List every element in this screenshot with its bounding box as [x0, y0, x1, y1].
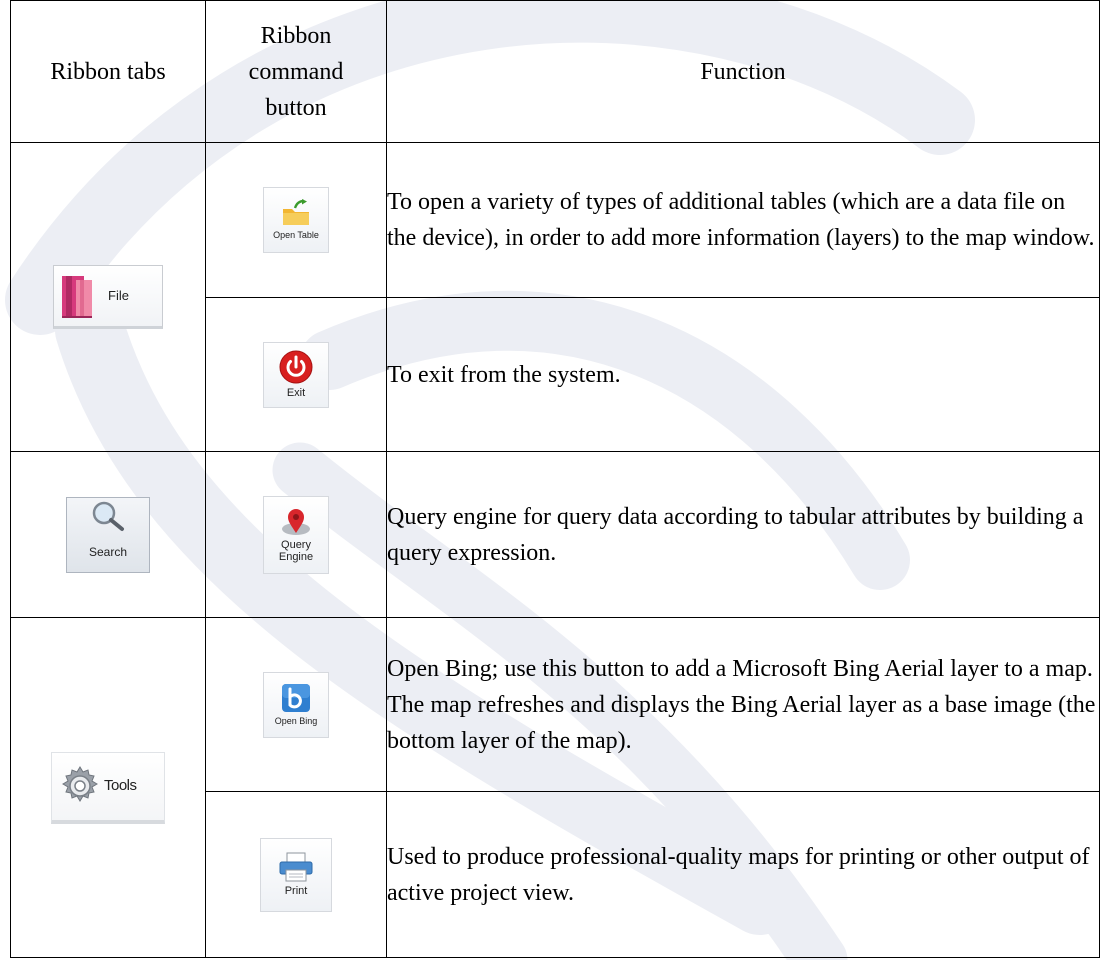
magnifier-icon: [92, 501, 124, 531]
open-bing-label: Open Bing: [274, 715, 318, 726]
button-cell-exit: Exit: [205, 297, 387, 452]
file-tab[interactable]: File: [53, 265, 163, 329]
gear-icon: [62, 766, 98, 802]
table-row-open-bing: Tools Open Bing Open Bing; use this butt…: [10, 617, 1100, 958]
bing-icon: [282, 683, 310, 712]
open-bing-button[interactable]: Open Bing: [263, 671, 329, 738]
print-label: Print: [284, 885, 308, 897]
function-open-table: To open a variety of types of additional…: [386, 142, 1100, 298]
button-cell-print: Print: [205, 791, 387, 958]
tab-cell-tools: Tools: [10, 617, 206, 958]
function-exit: To exit from the system.: [386, 297, 1100, 452]
function-print: Used to produce professional-quality map…: [386, 791, 1100, 958]
printer-icon: [279, 852, 313, 882]
open-table-button[interactable]: Open Table: [263, 187, 329, 253]
map-pin-icon: [282, 508, 310, 535]
table-row-open-table: File Open Table To open a variety of typ…: [10, 142, 1100, 452]
table-row-query-engine: Search Query Engine Query engine for que…: [10, 451, 1100, 618]
folder-icon: [283, 199, 309, 225]
power-icon: [279, 350, 313, 384]
header-button-line-2: command: [248, 58, 344, 85]
tools-tab-label: Tools: [104, 777, 137, 794]
search-tab-label: Search: [88, 544, 128, 559]
header-function: Function: [386, 0, 1100, 143]
header-row: Ribbon tabs Ribbon command button Functi…: [10, 0, 1100, 143]
button-cell-query-engine: Query Engine: [205, 451, 387, 618]
button-cell-open-bing: Open Bing: [205, 617, 387, 792]
header-button-line-3: button: [265, 94, 327, 121]
header-button-line-1: Ribbon: [260, 22, 332, 49]
exit-button[interactable]: Exit: [263, 341, 329, 408]
tools-tab[interactable]: Tools: [51, 751, 165, 824]
header-ribbon-tabs: Ribbon tabs: [10, 0, 206, 143]
file-tab-label: File: [108, 288, 129, 303]
open-table-label: Open Table: [273, 230, 319, 240]
function-query-engine: Query engine for query data according to…: [386, 451, 1100, 618]
ribbon-reference-table: Ribbon tabs Ribbon command button Functi…: [10, 0, 1100, 958]
query-engine-label-line-2: Engine: [278, 550, 314, 563]
tab-cell-search: Search: [10, 451, 206, 618]
exit-label: Exit: [286, 387, 306, 399]
query-engine-label-line-1: Query: [281, 538, 311, 551]
function-open-bing: Open Bing; use this button to add a Micr…: [386, 617, 1100, 792]
button-cell-open-table: Open Table: [205, 142, 387, 298]
search-tab[interactable]: Search: [66, 496, 150, 573]
header-ribbon-command-button: Ribbon command button: [205, 0, 387, 143]
file-book-icon: [62, 276, 92, 318]
print-button[interactable]: Print: [260, 837, 332, 912]
query-engine-button[interactable]: Query Engine: [263, 495, 329, 574]
tab-cell-file: File: [10, 142, 206, 452]
